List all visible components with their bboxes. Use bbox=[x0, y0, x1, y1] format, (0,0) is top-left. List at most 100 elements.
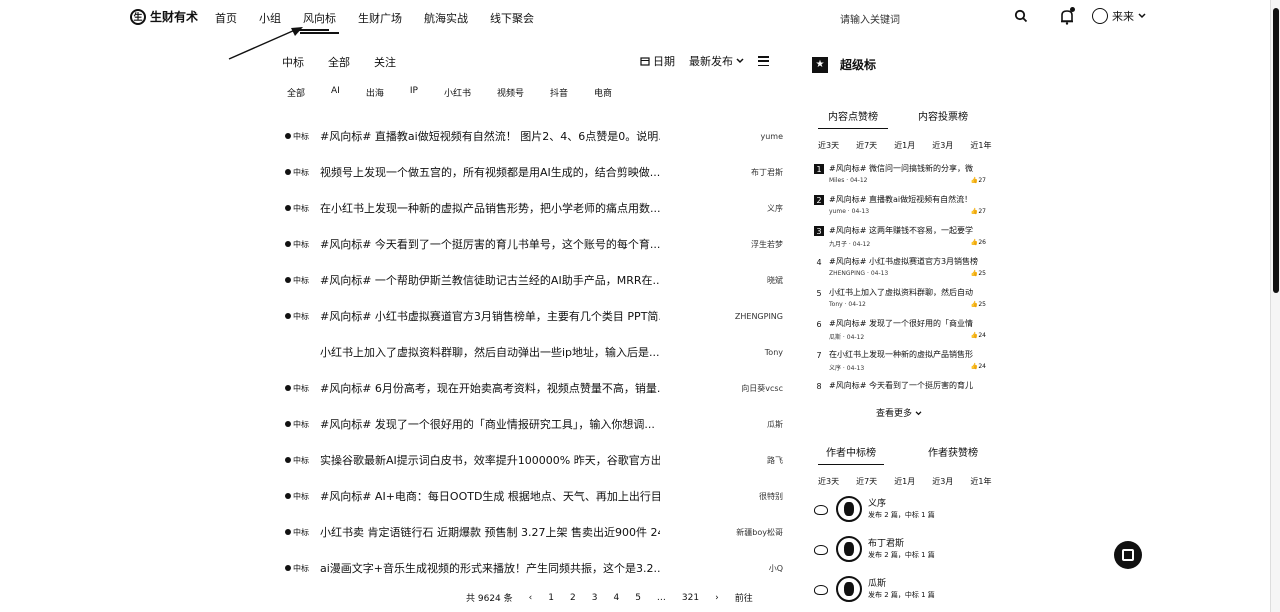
list-view-icon[interactable] bbox=[758, 56, 769, 66]
range-option[interactable]: 近1月 bbox=[894, 476, 915, 487]
user-menu[interactable]: 来来 bbox=[1092, 8, 1146, 24]
avatar[interactable] bbox=[836, 496, 862, 522]
post-title[interactable]: 实操谷歌最新AI提示词白皮书，效率提升100000% 昨天，谷歌官方出... bbox=[320, 452, 660, 468]
category-item[interactable]: 视频号 bbox=[497, 86, 524, 99]
page-ellipsis[interactable]: … bbox=[657, 593, 666, 603]
ranking-title[interactable]: #风向标# 直播教ai做短视频有自然流！ bbox=[829, 194, 984, 205]
range-option[interactable]: 近1年 bbox=[970, 140, 991, 151]
scrollbar-thumb[interactable] bbox=[1273, 8, 1279, 293]
category-item[interactable]: 小红书 bbox=[444, 86, 471, 99]
ranking-item[interactable]: 3 #风向标# 这两年赚钱不容易，一起要学 九月子 · 04-12 👍26 bbox=[814, 224, 986, 255]
ranking-title[interactable]: #风向标# 微信问一问搞钱新的分享，微 bbox=[829, 163, 984, 174]
post-author[interactable]: yume bbox=[760, 132, 783, 141]
post-author[interactable]: 新疆boy松哥 bbox=[736, 527, 783, 538]
view-more-button[interactable]: 查看更多 bbox=[876, 406, 922, 419]
post-author[interactable]: 布丁君斯 bbox=[751, 167, 783, 178]
ranking-item[interactable]: 5 小红书上加入了虚拟资料群聊，然后自动 Tony · 04-12 👍25 bbox=[814, 286, 986, 317]
post-row[interactable]: 中标 视频号上发现一个做五宫的，所有视频都是用AI生成的，结合剪映做... 布丁君斯 bbox=[285, 154, 785, 190]
avatar[interactable] bbox=[836, 576, 862, 602]
post-row[interactable]: 中标 #风向标# 小红书虚拟赛道官方3月销售榜单，主要有几个类目 PPT简... Z… bbox=[285, 298, 785, 334]
search-icon[interactable] bbox=[1014, 9, 1028, 23]
range-option[interactable]: 近3天 bbox=[818, 476, 839, 487]
post-title[interactable]: #风向标# 直播教ai做短视频有自然流！ 图片2、4、6点赞是0。说明... bbox=[320, 128, 660, 144]
date-filter[interactable]: 日期 bbox=[640, 53, 675, 69]
category-item[interactable]: 出海 bbox=[366, 86, 384, 99]
tab-likes-ranking[interactable]: 内容点赞榜 bbox=[818, 108, 888, 129]
page-link[interactable]: 1 bbox=[548, 593, 554, 603]
page-link[interactable]: 5 bbox=[635, 593, 641, 603]
page-link[interactable]: 3 bbox=[592, 593, 598, 603]
post-author[interactable]: 晓斌 bbox=[767, 275, 783, 286]
post-title[interactable]: ai漫画文字+音乐生成视频的形式来播放！产生同频共振，这个是3.2... bbox=[320, 560, 660, 576]
post-row[interactable]: 中标 小红书卖 肯定语链行石 近期爆款 预售制 3.27上架 售卖出近900件 2… bbox=[285, 514, 785, 550]
search-input[interactable]: 请输入关键词 bbox=[840, 11, 900, 26]
range-option[interactable]: 近3天 bbox=[818, 140, 839, 151]
sort-select[interactable]: 最新发布 bbox=[689, 53, 744, 69]
post-author[interactable]: 瓜斯 bbox=[767, 419, 783, 430]
post-title[interactable]: #风向标# AI+电商：每日OOTD生成 根据地点、天气、再加上出行目... bbox=[320, 488, 660, 504]
tab-votes-ranking[interactable]: 内容投票榜 bbox=[918, 108, 968, 123]
ranking-title[interactable]: 小红书上加入了虚拟资料群聊，然后自动 bbox=[829, 287, 984, 298]
post-title[interactable]: #风向标# 发现了一个很好用的「商业情报研究工具」，输入你想调... bbox=[320, 416, 660, 432]
post-title[interactable]: #风向标# 今天看到了一个挺厉害的育儿书单号，这个账号的每个育... bbox=[320, 236, 660, 252]
ranking-title[interactable]: #风向标# 发现了一个很好用的「商业情 bbox=[829, 318, 984, 329]
post-author[interactable]: 义序 bbox=[767, 203, 783, 214]
post-row[interactable]: 中标 ai漫画文字+音乐生成视频的形式来播放！产生同频共振，这个是3.2... 小Q bbox=[285, 550, 785, 586]
range-option[interactable]: 近1年 bbox=[970, 476, 991, 487]
range-option[interactable]: 近1月 bbox=[894, 140, 915, 151]
post-author[interactable]: ZHENGPING bbox=[735, 312, 783, 321]
tab-winning[interactable]: 中标 bbox=[282, 54, 304, 70]
author-item[interactable]: 义序 发布 2 篇，中标 1 篇 bbox=[812, 492, 992, 532]
post-author[interactable]: 小Q bbox=[769, 563, 783, 574]
post-row[interactable]: 中标 #风向标# 发现了一个很好用的「商业情报研究工具」，输入你想调... 瓜斯 bbox=[285, 406, 785, 442]
post-title[interactable]: 小红书上加入了虚拟资料群聊，然后自动弹出一些ip地址，输入后是... bbox=[320, 344, 660, 360]
post-row[interactable]: 中标 #风向标# 今天看到了一个挺厉害的育儿书单号，这个账号的每个育... 浮生若梦 bbox=[285, 226, 785, 262]
author-item[interactable]: 布丁君斯 发布 2 篇，中标 1 篇 bbox=[812, 532, 992, 572]
post-row[interactable]: 中标 #风向标# 6月份高考，现在开始卖高考资料，视频点赞量不高，销量... 向日葵… bbox=[285, 370, 785, 406]
range-option[interactable]: 近7天 bbox=[856, 140, 877, 151]
post-row[interactable]: 中标 #风向标# 一个帮助伊斯兰教信徒助记古兰经的AI助手产品，MRR在... 晓斌 bbox=[285, 262, 785, 298]
author-name[interactable]: 义序 bbox=[868, 496, 886, 509]
post-title[interactable]: #风向标# 小红书虚拟赛道官方3月销售榜单，主要有几个类目 PPT简... bbox=[320, 308, 660, 324]
avatar[interactable] bbox=[836, 536, 862, 562]
tab-author-likes[interactable]: 作者获赞榜 bbox=[928, 444, 978, 459]
tab-author-winning[interactable]: 作者中标榜 bbox=[818, 444, 884, 465]
post-author[interactable]: 向日葵vcsc bbox=[741, 383, 783, 394]
author-name[interactable]: 瓜斯 bbox=[868, 576, 886, 589]
post-row[interactable]: 中标 实操谷歌最新AI提示词白皮书，效率提升100000% 昨天，谷歌官方出...… bbox=[285, 442, 785, 478]
tab-all[interactable]: 全部 bbox=[328, 54, 350, 70]
post-author[interactable]: Tony bbox=[765, 348, 783, 357]
page-link[interactable]: 4 bbox=[613, 593, 619, 603]
post-author[interactable]: 路飞 bbox=[767, 455, 783, 466]
range-option[interactable]: 近3月 bbox=[932, 140, 953, 151]
range-option[interactable]: 近3月 bbox=[932, 476, 953, 487]
post-row[interactable]: 小红书上加入了虚拟资料群聊，然后自动弹出一些ip地址，输入后是... Tony bbox=[285, 334, 785, 370]
tab-following[interactable]: 关注 bbox=[374, 54, 396, 70]
category-item[interactable]: 全部 bbox=[287, 86, 305, 99]
goto-page-label[interactable]: 前往 bbox=[735, 591, 753, 604]
author-item[interactable]: 瓜斯 发布 2 篇，中标 1 篇 bbox=[812, 572, 992, 612]
ranking-title[interactable]: 在小红书上发现一种新的虚拟产品销售形 bbox=[829, 349, 984, 360]
post-author[interactable]: 很特别 bbox=[759, 491, 783, 502]
ranking-item[interactable]: 1 #风向标# 微信问一问搞钱新的分享，微 Miles · 04-12 👍27 bbox=[814, 162, 986, 193]
category-item[interactable]: AI bbox=[331, 86, 340, 99]
page-link[interactable]: 321 bbox=[682, 593, 699, 603]
prev-page-button[interactable]: ‹ bbox=[529, 593, 533, 603]
post-row[interactable]: 中标 在小红书上发现一种新的虚拟产品销售形势，把小学老师的痛点用数... 义序 bbox=[285, 190, 785, 226]
post-title[interactable]: #风向标# 一个帮助伊斯兰教信徒助记古兰经的AI助手产品，MRR在... bbox=[320, 272, 660, 288]
post-row[interactable]: 中标 #风向标# AI+电商：每日OOTD生成 根据地点、天气、再加上出行目...… bbox=[285, 478, 785, 514]
post-title[interactable]: 小红书卖 肯定语链行石 近期爆款 预售制 3.27上架 售卖出近900件 24.… bbox=[320, 524, 660, 540]
ranking-item[interactable]: 2 #风向标# 直播教ai做短视频有自然流！ yume · 04-13 👍27 bbox=[814, 193, 986, 224]
float-edit-button[interactable] bbox=[1114, 541, 1142, 569]
range-option[interactable]: 近7天 bbox=[856, 476, 877, 487]
scrollbar[interactable] bbox=[1270, 0, 1280, 612]
nav-item-voyage[interactable]: 航海实战 bbox=[424, 10, 468, 26]
post-author[interactable]: 浮生若梦 bbox=[751, 239, 783, 250]
page-link[interactable]: 2 bbox=[570, 593, 576, 603]
post-title[interactable]: 在小红书上发现一种新的虚拟产品销售形势，把小学老师的痛点用数... bbox=[320, 200, 660, 216]
post-title[interactable]: #风向标# 6月份高考，现在开始卖高考资料，视频点赞量不高，销量... bbox=[320, 380, 660, 396]
nav-item-plaza[interactable]: 生财广场 bbox=[358, 10, 402, 26]
category-item[interactable]: 电商 bbox=[594, 86, 612, 99]
ranking-title[interactable]: #风向标# 这两年赚钱不容易，一起要学 bbox=[829, 225, 984, 236]
post-title[interactable]: 视频号上发现一个做五宫的，所有视频都是用AI生成的，结合剪映做... bbox=[320, 164, 660, 180]
